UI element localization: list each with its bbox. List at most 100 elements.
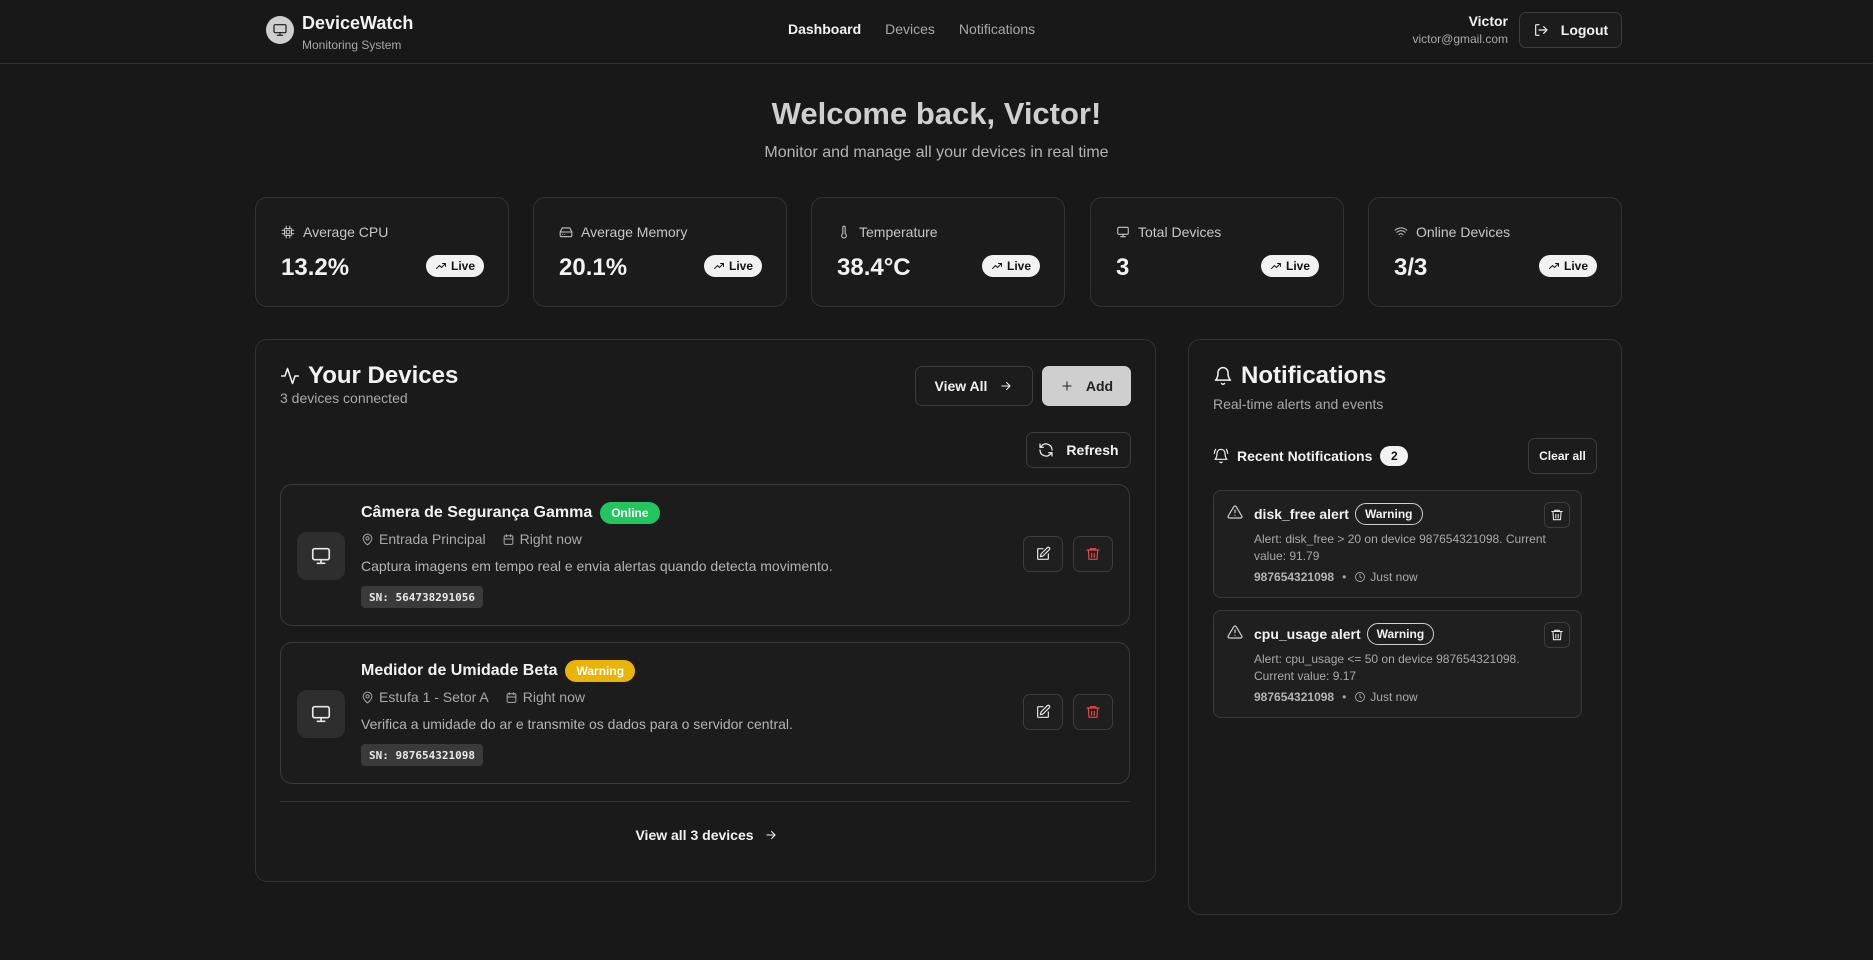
- delete-notification-button[interactable]: [1544, 502, 1570, 528]
- trash-icon: [1550, 628, 1564, 642]
- notification-device: 987654321098: [1254, 690, 1335, 704]
- notification-title: disk_free alert: [1254, 506, 1349, 522]
- delete-notification-button[interactable]: [1544, 622, 1570, 648]
- arrow-right-icon: [999, 379, 1013, 393]
- calendar-icon: [502, 533, 515, 546]
- logout-button[interactable]: Logout: [1519, 12, 1622, 48]
- add-device-button[interactable]: Add: [1042, 366, 1131, 406]
- notifications-panel: Notifications Real-time alerts and event…: [1188, 339, 1622, 915]
- user-info: Victor victor@gmail.com: [1412, 13, 1508, 46]
- notification-device: 987654321098: [1254, 570, 1335, 584]
- brand[interactable]: DeviceWatch Monitoring System: [266, 12, 413, 52]
- edit-icon: [1035, 704, 1051, 720]
- edit-button[interactable]: [1023, 694, 1063, 730]
- device-location: Entrada Principal: [379, 531, 486, 547]
- stat-value: 3: [1116, 254, 1130, 281]
- notification-message: Alert: disk_free > 20 on device 98765432…: [1254, 532, 1546, 563]
- stat-card-cpu: Average CPU 13.2% Live: [255, 197, 509, 307]
- stat-card-online-devices: Online Devices 3/3 Live: [1368, 197, 1622, 307]
- recent-label: Recent Notifications: [1237, 448, 1373, 464]
- welcome-title: Welcome back, Victor!: [771, 96, 1102, 131]
- edit-icon: [1035, 546, 1051, 562]
- live-badge-label: Live: [1563, 259, 1588, 273]
- refresh-button[interactable]: Refresh: [1026, 432, 1131, 468]
- map-pin-icon: [361, 533, 374, 546]
- trending-up-icon: [1270, 260, 1282, 272]
- live-badge: Live: [1538, 255, 1597, 277]
- notifications-subtitle: Real-time alerts and events: [1213, 396, 1384, 412]
- map-pin-icon: [361, 691, 374, 704]
- devices-count: 3 devices connected: [280, 390, 408, 406]
- delete-button[interactable]: [1073, 694, 1113, 730]
- clear-all-button[interactable]: Clear all: [1528, 438, 1597, 474]
- notifications-title-label: Notifications: [1241, 362, 1387, 389]
- nav-notifications[interactable]: Notifications: [959, 21, 1035, 37]
- monitor-icon: [297, 532, 345, 580]
- devices-panel: Your Devices 3 devices connected View Al…: [255, 339, 1156, 882]
- view-all-devices-link[interactable]: View all 3 devices: [256, 827, 1157, 843]
- live-badge-label: Live: [1285, 259, 1310, 273]
- stat-card-temperature: Temperature 38.4°C Live: [811, 197, 1065, 307]
- arrow-right-icon: [764, 828, 778, 842]
- logout-icon: [1533, 22, 1549, 38]
- notification-card[interactable]: cpu_usage alert Warning Alert: cpu_usage…: [1213, 610, 1582, 718]
- trending-up-icon: [1548, 260, 1560, 272]
- edit-button[interactable]: [1023, 536, 1063, 572]
- view-all-label: View All: [934, 378, 988, 394]
- live-badge-label: Live: [728, 259, 753, 273]
- bell-icon: [1213, 366, 1233, 386]
- notification-card[interactable]: disk_free alert Warning Alert: disk_free…: [1213, 490, 1582, 598]
- top-header: DeviceWatch Monitoring System Dashboard …: [0, 0, 1873, 64]
- delete-button[interactable]: [1073, 536, 1113, 572]
- cpu-icon: [281, 225, 295, 239]
- stat-label: Temperature: [859, 224, 938, 240]
- clock-icon: [1354, 691, 1366, 703]
- thermometer-icon: [837, 225, 851, 239]
- brand-name: DeviceWatch: [302, 13, 414, 33]
- device-card[interactable]: Câmera de Segurança Gamma Online Entrada…: [280, 484, 1130, 626]
- device-time: Right now: [519, 531, 582, 547]
- notification-time: Just now: [1370, 690, 1418, 704]
- alert-triangle-icon: [1227, 624, 1243, 640]
- recent-notifications-header: Recent Notifications 2: [1213, 446, 1409, 466]
- notification-count-badge: 2: [1380, 446, 1409, 466]
- add-label: Add: [1085, 378, 1114, 394]
- stat-value: 38.4°C: [837, 254, 911, 281]
- monitor-icon: [266, 16, 294, 44]
- device-description: Verifica a umidade do ar e transmite os …: [361, 716, 793, 732]
- stats-row: Average CPU 13.2% Live Average Memory 20…: [255, 197, 1622, 307]
- stat-label: Average CPU: [303, 224, 389, 240]
- refresh-label: Refresh: [1066, 442, 1119, 458]
- trash-icon: [1085, 546, 1101, 562]
- serial-number: SN: 987654321098: [361, 744, 483, 766]
- trending-up-icon: [713, 260, 725, 272]
- monitor-icon: [297, 690, 345, 738]
- warning-badge: Warning: [1366, 623, 1435, 645]
- hard-drive-icon: [559, 225, 573, 239]
- nav-dashboard[interactable]: Dashboard: [788, 21, 861, 37]
- view-all-button[interactable]: View All: [915, 366, 1033, 406]
- device-name: Câmera de Segurança Gamma: [361, 504, 593, 521]
- live-badge: Live: [703, 255, 762, 277]
- alert-triangle-icon: [1227, 504, 1243, 520]
- live-badge: Live: [425, 255, 484, 277]
- status-badge: Online: [600, 502, 660, 524]
- bell-ring-icon: [1213, 448, 1229, 464]
- devices-title: Your Devices: [280, 362, 458, 390]
- refresh-icon: [1038, 442, 1054, 458]
- brand-subtitle: Monitoring System: [302, 38, 402, 52]
- trending-up-icon: [435, 260, 447, 272]
- calendar-icon: [505, 691, 518, 704]
- plus-icon: [1060, 379, 1074, 393]
- stat-value: 13.2%: [281, 254, 350, 281]
- notification-time: Just now: [1370, 570, 1418, 584]
- device-description: Captura imagens em tempo real e envia al…: [361, 558, 833, 574]
- main-nav: Dashboard Devices Notifications: [788, 21, 1035, 37]
- nav-devices[interactable]: Devices: [885, 21, 935, 37]
- welcome-subtitle: Monitor and manage all your devices in r…: [764, 144, 1109, 161]
- device-location: Estufa 1 - Setor A: [379, 689, 489, 705]
- user-name: Victor: [1468, 13, 1508, 29]
- stat-label: Total Devices: [1138, 224, 1222, 240]
- device-card[interactable]: Medidor de Umidade Beta Warning Estufa 1…: [280, 642, 1130, 784]
- divider: [280, 801, 1130, 802]
